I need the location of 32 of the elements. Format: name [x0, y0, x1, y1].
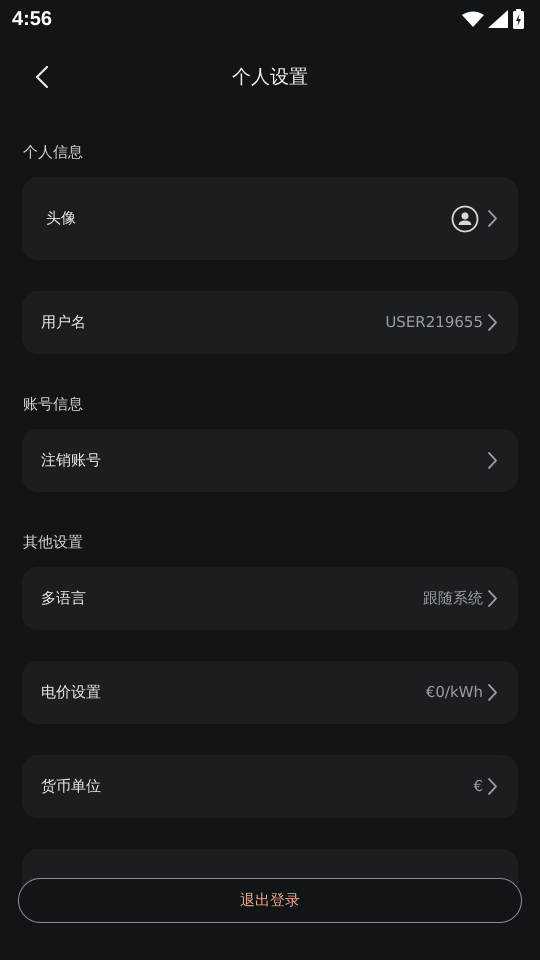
status-time: 4:56	[12, 7, 52, 32]
wifi-icon	[462, 10, 484, 28]
settings-row[interactable]: 电价设置 €0/kWh	[22, 661, 518, 724]
row-value: €0/kWh	[426, 682, 483, 704]
settings-row[interactable]: 头像	[22, 177, 518, 260]
section-title: 账号信息	[23, 394, 84, 415]
logout-button[interactable]: 退出登录	[18, 878, 522, 923]
chevron-icon	[487, 209, 498, 228]
row-value: USER219655	[385, 312, 483, 334]
settings-row[interactable]: 多语言 跟随系统	[22, 567, 518, 630]
chevron-icon	[487, 683, 498, 702]
chevron-icon	[487, 313, 498, 332]
row-label: 头像	[46, 208, 76, 230]
chevron-icon	[487, 451, 498, 470]
row-label: 用户名	[41, 312, 86, 334]
chevron-icon	[487, 589, 498, 608]
avatar-icon	[451, 204, 479, 232]
settings-row[interactable]: 货币单位 €	[22, 755, 518, 818]
row-label: 电价设置	[41, 682, 101, 704]
row-value: €	[473, 776, 483, 798]
page-title: 个人设置	[232, 64, 308, 90]
back-icon	[35, 65, 49, 90]
row-label: 注销账号	[41, 450, 101, 472]
section-title: 个人信息	[23, 142, 84, 163]
section-title: 其他设置	[23, 532, 84, 553]
settings-row[interactable]: 注销账号	[22, 429, 518, 492]
chevron-icon	[487, 777, 498, 796]
signal-icon	[488, 10, 508, 28]
settings-row[interactable]: 用户名 USER219655	[22, 291, 518, 354]
row-label: 货币单位	[41, 776, 101, 798]
row-label: 多语言	[41, 588, 86, 610]
row-value: 跟随系统	[423, 588, 483, 610]
